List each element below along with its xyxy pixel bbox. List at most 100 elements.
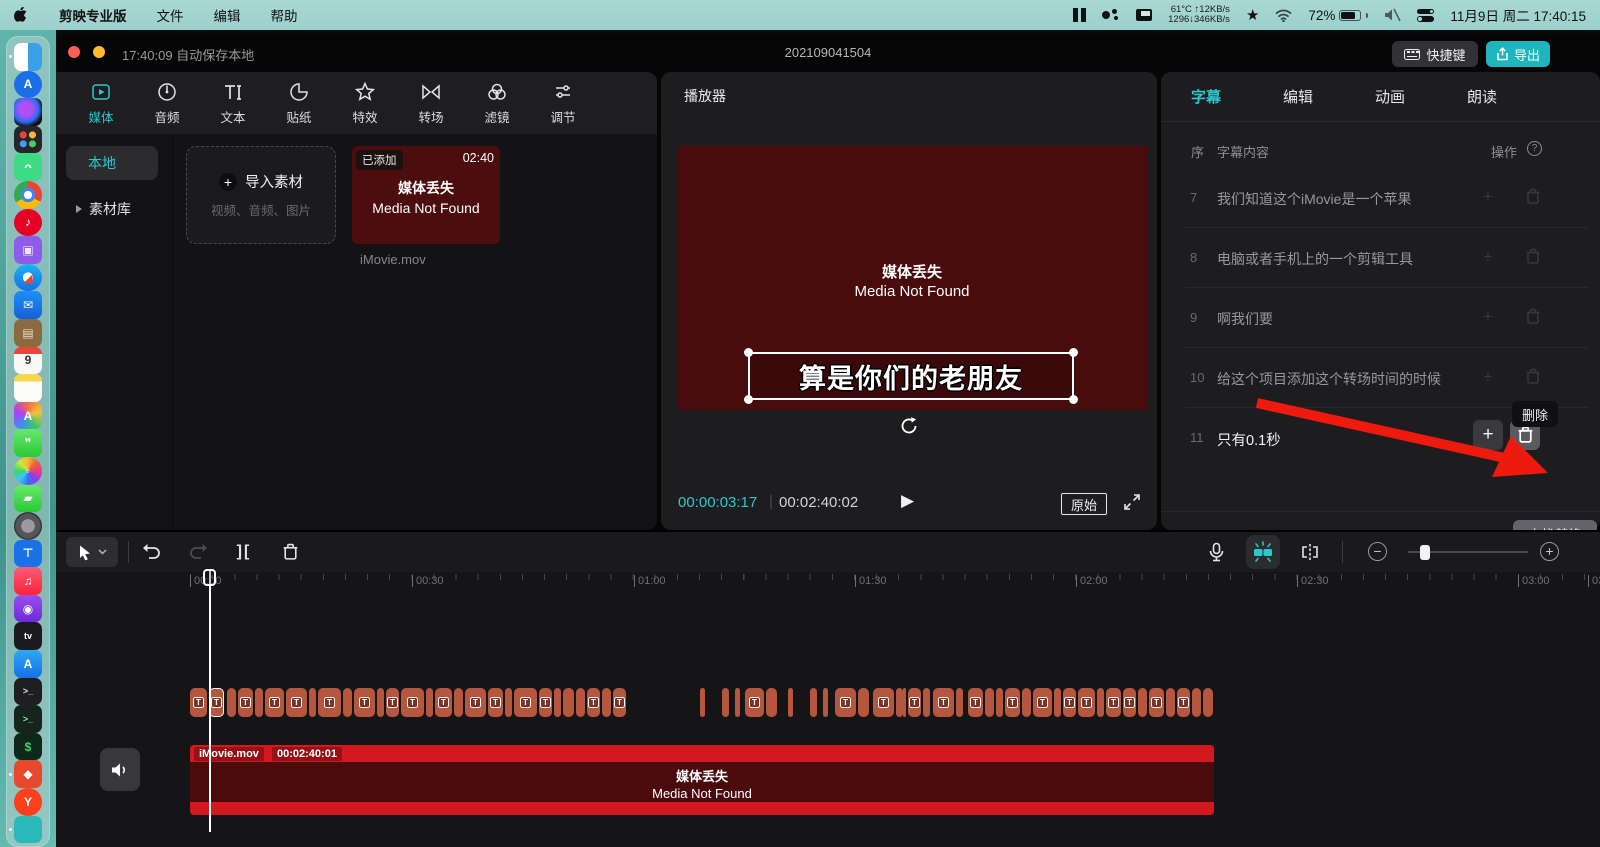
subtitle-clip[interactable] [1203, 688, 1213, 717]
tab-stickers[interactable]: 贴纸 [266, 81, 332, 126]
subtitle-clip[interactable]: T [318, 688, 341, 717]
subtitle-clip[interactable]: T [1078, 688, 1095, 717]
delete-tool-button[interactable] [278, 540, 302, 564]
dock-icon-launchpad[interactable] [14, 126, 42, 154]
battery-indicator[interactable]: 72% [1308, 8, 1368, 23]
zoom-in-button[interactable]: + [1540, 542, 1559, 561]
subtitle-selection-box[interactable]: 算是你们的老朋友 [748, 352, 1074, 400]
resize-handle[interactable] [1069, 395, 1078, 404]
play-button[interactable]: ▶ [901, 491, 914, 511]
subtitle-clip[interactable] [343, 688, 352, 717]
subtitle-clip[interactable] [1097, 688, 1104, 717]
subtitle-clip[interactable]: T [745, 688, 764, 717]
caption-row-8[interactable]: 8 电脑或者手机上的一个剪辑工具 + [1161, 228, 1600, 288]
subtitle-clip[interactable] [454, 688, 463, 717]
subtitle-clip[interactable]: T [933, 688, 954, 717]
dock-icon-system-preferences[interactable] [14, 512, 42, 540]
subtitle-clip[interactable]: T [465, 688, 486, 717]
redo-button[interactable] [186, 540, 210, 564]
dock-icon-netease-music[interactable]: ♪ [14, 209, 42, 237]
star-icon[interactable]: ★ [1246, 6, 1259, 24]
subtitle-clip[interactable]: T [514, 688, 537, 717]
dock-icon-finder[interactable] [14, 43, 42, 71]
select-tool-button[interactable] [66, 537, 118, 567]
help-icon[interactable]: ? [1527, 141, 1542, 156]
split-tool-button[interactable]: ][ [232, 540, 256, 564]
subtitle-clip[interactable]: T [1123, 688, 1136, 717]
display-icon[interactable] [1136, 9, 1152, 21]
control-center-icon[interactable] [1417, 9, 1434, 22]
subtitle-clip[interactable] [1166, 688, 1175, 717]
subtitle-clip[interactable]: T [265, 688, 284, 717]
subtitle-clip[interactable]: T [1063, 688, 1076, 717]
subtitle-clip[interactable] [426, 688, 433, 717]
subtitle-clip[interactable] [1138, 688, 1147, 717]
add-caption-icon[interactable]: + [1479, 368, 1497, 386]
subtitle-clip[interactable]: T [873, 688, 894, 717]
menu-edit[interactable]: 编辑 [214, 5, 241, 25]
subtitle-clip[interactable]: T [1149, 688, 1164, 717]
dock-icon-photos[interactable]: ◦ [14, 457, 42, 485]
subtitle-clip[interactable] [923, 688, 930, 717]
subtitle-clip[interactable]: T [488, 688, 503, 717]
tab-transitions[interactable]: 转场 [398, 81, 464, 126]
tab-audio[interactable]: 音频 [134, 81, 200, 126]
delete-caption-icon[interactable] [1525, 308, 1543, 326]
dock-icon-podcasts[interactable]: ◉ [14, 595, 42, 623]
video-preview[interactable]: 媒体丢失 Media Not Found 算是你们的老朋友 [677, 146, 1147, 410]
dock-icon-colorful-a-app[interactable]: A [14, 402, 42, 430]
subtitle-clip[interactable] [554, 688, 561, 717]
dock-icon-terminal-black[interactable]: >_ [14, 678, 42, 706]
tab-filters[interactable]: 滤镜 [464, 81, 530, 126]
subtitle-clip[interactable]: T [968, 688, 983, 717]
subtitle-clip[interactable] [576, 688, 585, 717]
import-media-button[interactable]: + 导入素材 视频、音频、图片 [186, 146, 336, 244]
zoom-slider-handle[interactable] [1420, 545, 1430, 560]
subtitle-clip[interactable]: T [286, 688, 307, 717]
subtitle-clip[interactable]: T [908, 688, 921, 717]
subtitle-clip[interactable]: T [587, 688, 600, 717]
dock-icon-apple-tv[interactable]: tv [14, 622, 42, 650]
add-caption-icon[interactable]: + [1479, 248, 1497, 266]
subtitle-clip[interactable]: T [539, 688, 552, 717]
tab-read-aloud[interactable]: 朗读 [1467, 86, 1497, 107]
subtitle-clip[interactable]: T [835, 688, 856, 717]
subtitle-clip[interactable]: T [1033, 688, 1052, 717]
subtitle-clip[interactable] [766, 688, 777, 717]
subtitle-clip[interactable] [858, 688, 869, 717]
dock-icon-facetime[interactable]: ▰ [14, 485, 42, 513]
shortcut-keys-button[interactable]: 快捷键 [1392, 41, 1478, 67]
subtitle-clip[interactable] [735, 688, 740, 717]
subtitle-clip[interactable] [563, 688, 574, 717]
media-library-clip[interactable]: 已添加 02:40 媒体丢失 Media Not Found [352, 146, 500, 244]
subtitle-clip[interactable] [309, 688, 316, 717]
subtitle-clip[interactable] [722, 688, 729, 717]
window-manager-icon[interactable] [1073, 8, 1086, 22]
dock-icon-music[interactable]: ♫ [14, 567, 42, 595]
dock-icon-siri[interactable] [14, 98, 42, 126]
subtitle-clip[interactable] [903, 688, 906, 717]
subtitle-clip[interactable]: T [386, 688, 399, 717]
menu-help[interactable]: 帮助 [271, 5, 298, 25]
subtitle-clip[interactable] [996, 688, 1003, 717]
subtitle-clip[interactable] [700, 688, 705, 717]
subtitle-clip-selected[interactable]: T [209, 688, 224, 717]
timeline-zoom-slider[interactable] [1408, 551, 1528, 553]
subtitle-clip[interactable]: T [613, 688, 626, 717]
subtitle-clip[interactable]: T [238, 688, 253, 717]
playhead-line[interactable] [209, 570, 211, 832]
tab-effects[interactable]: 特效 [332, 81, 398, 126]
tab-text[interactable]: 文本 [200, 81, 266, 126]
subtitle-clip[interactable] [227, 688, 236, 717]
subtitle-clip[interactable]: T [401, 688, 424, 717]
subtitle-clip[interactable] [602, 688, 611, 717]
subtitle-clip[interactable] [985, 688, 994, 717]
dock-icon-floppy-purple-app[interactable]: ▣ [14, 236, 42, 264]
istat-network-readout[interactable]: 61°C ↑12KB/s 1296↓346KB/s [1168, 5, 1230, 26]
subtitle-clip[interactable] [823, 688, 828, 717]
dock-icon-brave[interactable]: ◆ [14, 760, 42, 788]
tab-captions[interactable]: 字幕 [1191, 86, 1221, 107]
subtitle-clip[interactable] [788, 688, 793, 717]
dock-icon-calendar[interactable]: 9 [14, 347, 42, 375]
delete-caption-icon[interactable] [1525, 188, 1543, 206]
